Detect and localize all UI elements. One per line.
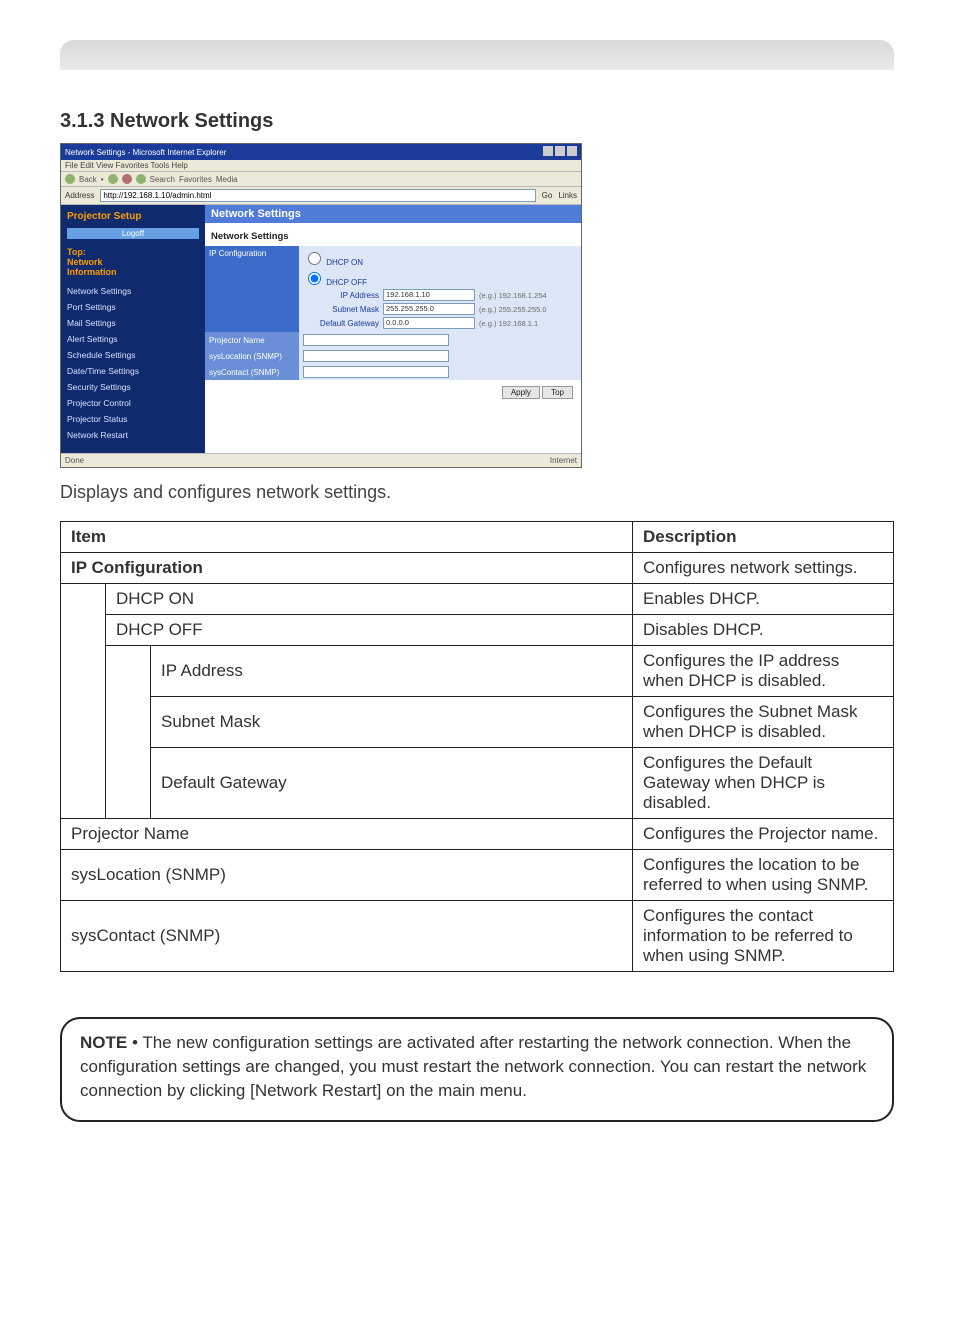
logoff-button[interactable]: Logoff: [67, 228, 199, 239]
sysloc-label: sysLocation (SNMP): [205, 348, 299, 364]
sidebar-item[interactable]: Network Restart: [67, 427, 199, 443]
pjname-label: Projector Name: [205, 332, 299, 348]
media-label[interactable]: Media: [216, 175, 238, 184]
nav-icon[interactable]: [108, 174, 118, 184]
note-label: NOTE: [80, 1033, 127, 1052]
ip-input[interactable]: 192.168.1.10: [383, 289, 475, 301]
pjname-input[interactable]: [303, 334, 449, 346]
cell-sysloc-desc: Configures the location to be referred t…: [633, 850, 894, 901]
dhcp-on-radio[interactable]: [308, 252, 321, 265]
syscon-label: sysContact (SNMP): [205, 364, 299, 380]
status-done: Done: [65, 456, 84, 465]
settings-table: Item Description IP Configuration Config…: [60, 521, 894, 972]
cell-indent1: [61, 584, 106, 819]
cell-pjname: Projector Name: [61, 819, 633, 850]
subnet-input[interactable]: 255.255.255.0: [383, 303, 475, 315]
sidebar-item[interactable]: Network Settings: [67, 283, 199, 299]
note-box: NOTE • The new configuration settings ar…: [60, 1017, 894, 1122]
cell-ipconfig-desc: Configures network settings.: [633, 553, 894, 584]
cell-subnet: Subnet Mask: [151, 697, 633, 748]
sidebar-item[interactable]: Projector Control: [67, 395, 199, 411]
note-text: • The new configuration settings are act…: [80, 1033, 866, 1100]
main-subtitle: Network Settings: [205, 223, 581, 246]
cell-dhcpoff: DHCP OFF: [106, 615, 633, 646]
cell-syscon-desc: Configures the contact information to be…: [633, 901, 894, 972]
section-heading: 3.1.3 Network Settings: [60, 110, 894, 133]
ip-label: IP Address: [303, 291, 383, 300]
cell-pjname-desc: Configures the Projector name.: [633, 819, 894, 850]
sidebar-item[interactable]: Mail Settings: [67, 315, 199, 331]
cell-gateway-desc: Configures the Default Gateway when DHCP…: [633, 748, 894, 819]
header-bar: [60, 40, 894, 70]
stop-icon[interactable]: [122, 174, 132, 184]
dhcp-off-label: DHCP OFF: [326, 278, 367, 287]
links-label[interactable]: Links: [558, 191, 577, 200]
back-icon[interactable]: [65, 174, 75, 184]
address-input[interactable]: [100, 189, 535, 202]
cell-ipconfig: IP Configuration: [61, 553, 633, 584]
main-panel: Network Settings Network Settings IP Con…: [205, 205, 581, 453]
sidebar-title: Projector Setup: [67, 211, 199, 222]
sidebar: Projector Setup Logoff Top: Network Info…: [61, 205, 205, 453]
cell-gateway: Default Gateway: [151, 748, 633, 819]
screenshot-window: Network Settings - Microsoft Internet Ex…: [60, 143, 582, 468]
ip-example: (e.g.) 192.168.1.254: [479, 291, 547, 300]
cell-syscon: sysContact (SNMP): [61, 901, 633, 972]
cell-sysloc: sysLocation (SNMP): [61, 850, 633, 901]
sysloc-input[interactable]: [303, 350, 449, 362]
sidebar-item[interactable]: Date/Time Settings: [67, 363, 199, 379]
menubar[interactable]: File Edit View Favorites Tools Help: [61, 160, 581, 172]
dhcp-on-label: DHCP ON: [326, 258, 363, 267]
th-item: Item: [61, 522, 633, 553]
cell-dhcpoff-desc: Disables DHCP.: [633, 615, 894, 646]
toolbar-sep: •: [101, 175, 104, 184]
back-label[interactable]: Back: [79, 175, 97, 184]
subnet-example: (e.g.) 255.255.255.0: [479, 305, 547, 314]
browser-toolbar[interactable]: Back • Search Favorites Media: [61, 172, 581, 187]
sidebar-item[interactable]: Projector Status: [67, 411, 199, 427]
sidebar-item[interactable]: Security Settings: [67, 379, 199, 395]
ipcfg-label: IP Configuration: [205, 246, 299, 332]
window-title: Network Settings - Microsoft Internet Ex…: [65, 148, 226, 157]
top-button[interactable]: Top: [542, 386, 573, 399]
window-titlebar: Network Settings - Microsoft Internet Ex…: [61, 144, 581, 160]
config-form: IP Configuration DHCP ON DHCP OFF IP Add…: [205, 246, 581, 380]
refresh-icon[interactable]: [136, 174, 146, 184]
apply-button[interactable]: Apply: [502, 386, 540, 399]
go-button[interactable]: Go: [542, 191, 553, 200]
gateway-input[interactable]: 0.0.0.0: [383, 317, 475, 329]
favorites-label[interactable]: Favorites: [179, 175, 212, 184]
address-bar: Address Go Links: [61, 187, 581, 205]
gateway-label: Default Gateway: [303, 319, 383, 328]
dhcp-off-radio[interactable]: [308, 272, 321, 285]
cell-indent2: [106, 646, 151, 819]
sidebar-item[interactable]: Schedule Settings: [67, 347, 199, 363]
status-internet: Internet: [550, 456, 577, 465]
main-title: Network Settings: [205, 205, 581, 223]
address-label: Address: [65, 191, 94, 200]
th-description: Description: [633, 522, 894, 553]
syscon-input[interactable]: [303, 366, 449, 378]
cell-subnet-desc: Configures the Subnet Mask when DHCP is …: [633, 697, 894, 748]
gateway-example: (e.g.) 192.168.1.1: [479, 319, 538, 328]
status-bar: Done Internet: [61, 453, 581, 467]
cell-dhcpon-desc: Enables DHCP.: [633, 584, 894, 615]
search-label[interactable]: Search: [150, 175, 175, 184]
window-buttons[interactable]: [541, 146, 577, 158]
subnet-label: Subnet Mask: [303, 305, 383, 314]
sidebar-item[interactable]: Port Settings: [67, 299, 199, 315]
sidebar-netinfo1[interactable]: Network: [67, 257, 199, 267]
cell-ipaddr-desc: Configures the IP address when DHCP is d…: [633, 646, 894, 697]
cell-dhcpon: DHCP ON: [106, 584, 633, 615]
sidebar-netinfo2[interactable]: Information: [67, 267, 199, 277]
sidebar-top-label: Top:: [67, 247, 199, 257]
section-description: Displays and configures network settings…: [60, 482, 894, 503]
sidebar-item[interactable]: Alert Settings: [67, 331, 199, 347]
cell-ipaddr: IP Address: [151, 646, 633, 697]
